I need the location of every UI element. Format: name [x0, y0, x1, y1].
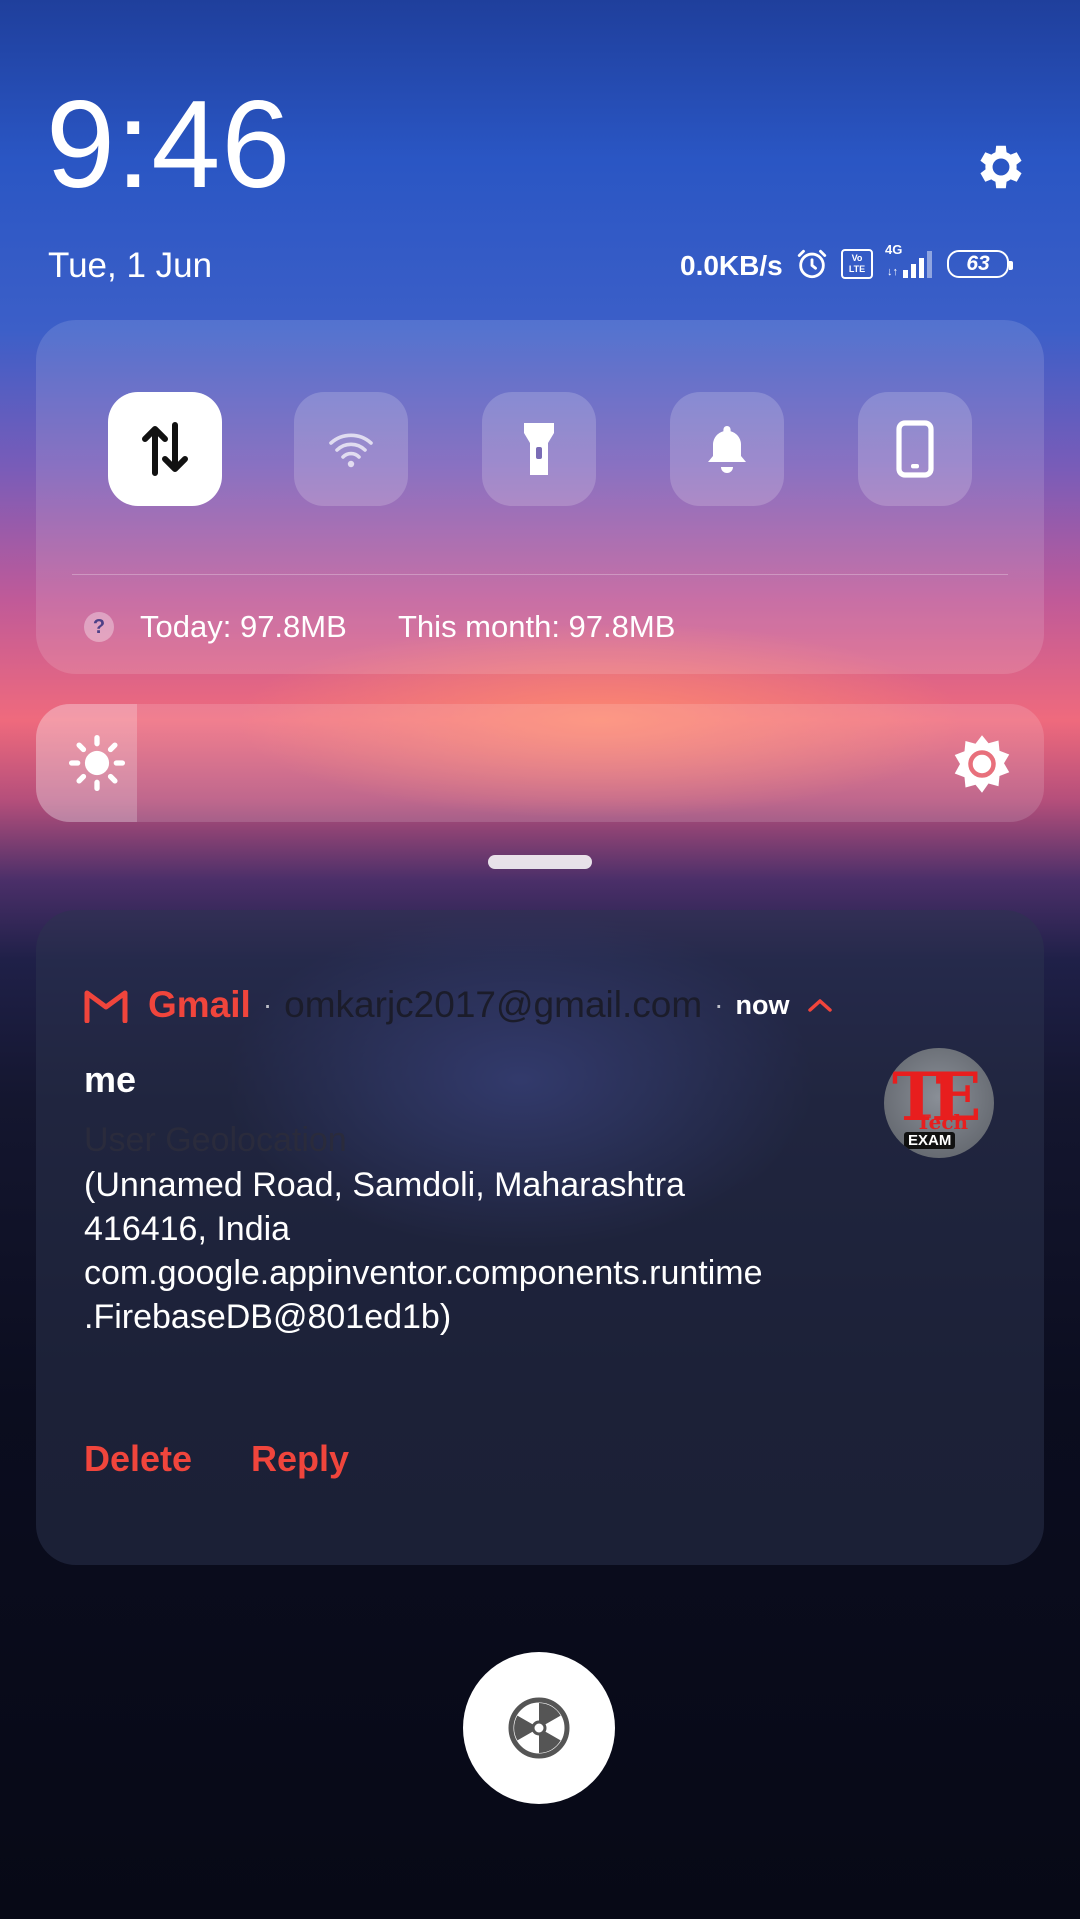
gmail-notification[interactable]: Gmail · omkarjc2017@gmail.com · now me U… [36, 910, 1044, 1565]
sender-name: me [84, 1059, 137, 1100]
mobile-data-tile[interactable] [108, 392, 222, 506]
network-type: 4G [885, 242, 903, 257]
avatar: TE Tech EXAM [884, 1048, 994, 1158]
help-icon[interactable]: ? [84, 612, 114, 642]
sound-tile[interactable] [670, 392, 784, 506]
network-speed: 0.0KB/s [680, 250, 783, 281]
battery-level: 63 [966, 252, 990, 275]
phone-icon [896, 420, 934, 478]
alarm-icon [797, 249, 827, 279]
sun-small-icon [68, 734, 126, 792]
drag-handle[interactable] [488, 855, 592, 869]
delete-button[interactable]: Delete [84, 1437, 192, 1481]
flashlight-icon [524, 423, 554, 475]
volte-icon: Vo LTE [841, 249, 873, 279]
reply-button[interactable]: Reply [251, 1437, 349, 1481]
message-body: (Unnamed Road, Samdoli, Maharashtra 4164… [84, 1166, 763, 1336]
data-arrows-icon [142, 422, 188, 476]
usage-month[interactable]: This month: 97.8MB [398, 608, 675, 646]
aperture-icon [508, 1697, 570, 1759]
subject-line: User Geolocation [84, 1121, 347, 1159]
screen-tile[interactable] [858, 392, 972, 506]
notification-time: now [735, 989, 790, 1020]
gear-icon[interactable] [972, 138, 1030, 196]
gmail-icon [84, 990, 128, 1023]
usage-today[interactable]: Today: 97.8MB [140, 608, 347, 646]
quick-settings-panel: ? Today: 97.8MB This month: 97.8MB [36, 320, 1044, 674]
qs-divider [72, 574, 1008, 575]
battery-icon: 63 [947, 250, 1013, 278]
avatar-badge: EXAM [904, 1132, 956, 1149]
flashlight-tile[interactable] [482, 392, 596, 506]
clock-time[interactable]: 9:46 [46, 80, 291, 210]
bell-icon [708, 426, 746, 473]
wifi-tile[interactable] [294, 392, 408, 506]
signal-icon: 4G ↓↑ [885, 242, 935, 282]
avatar-caption: Tech [916, 1110, 969, 1134]
sun-large-icon [954, 735, 1010, 793]
clock-date[interactable]: Tue, 1 Jun [48, 246, 212, 286]
chevron-up-icon[interactable] [807, 996, 833, 1014]
bottom-action-button[interactable] [463, 1652, 615, 1804]
app-name: Gmail [148, 984, 251, 1025]
notification-header: Gmail · omkarjc2017@gmail.com · now [84, 980, 833, 1030]
account-email: omkarjc2017@gmail.com [284, 984, 703, 1025]
wifi-icon [329, 433, 373, 468]
separator-dot: · [262, 989, 273, 1020]
status-icons: Vo LTE 4G ↓↑ 63 [795, 242, 1013, 282]
separator-dot: · [714, 989, 724, 1020]
brightness-slider[interactable] [36, 704, 1044, 822]
